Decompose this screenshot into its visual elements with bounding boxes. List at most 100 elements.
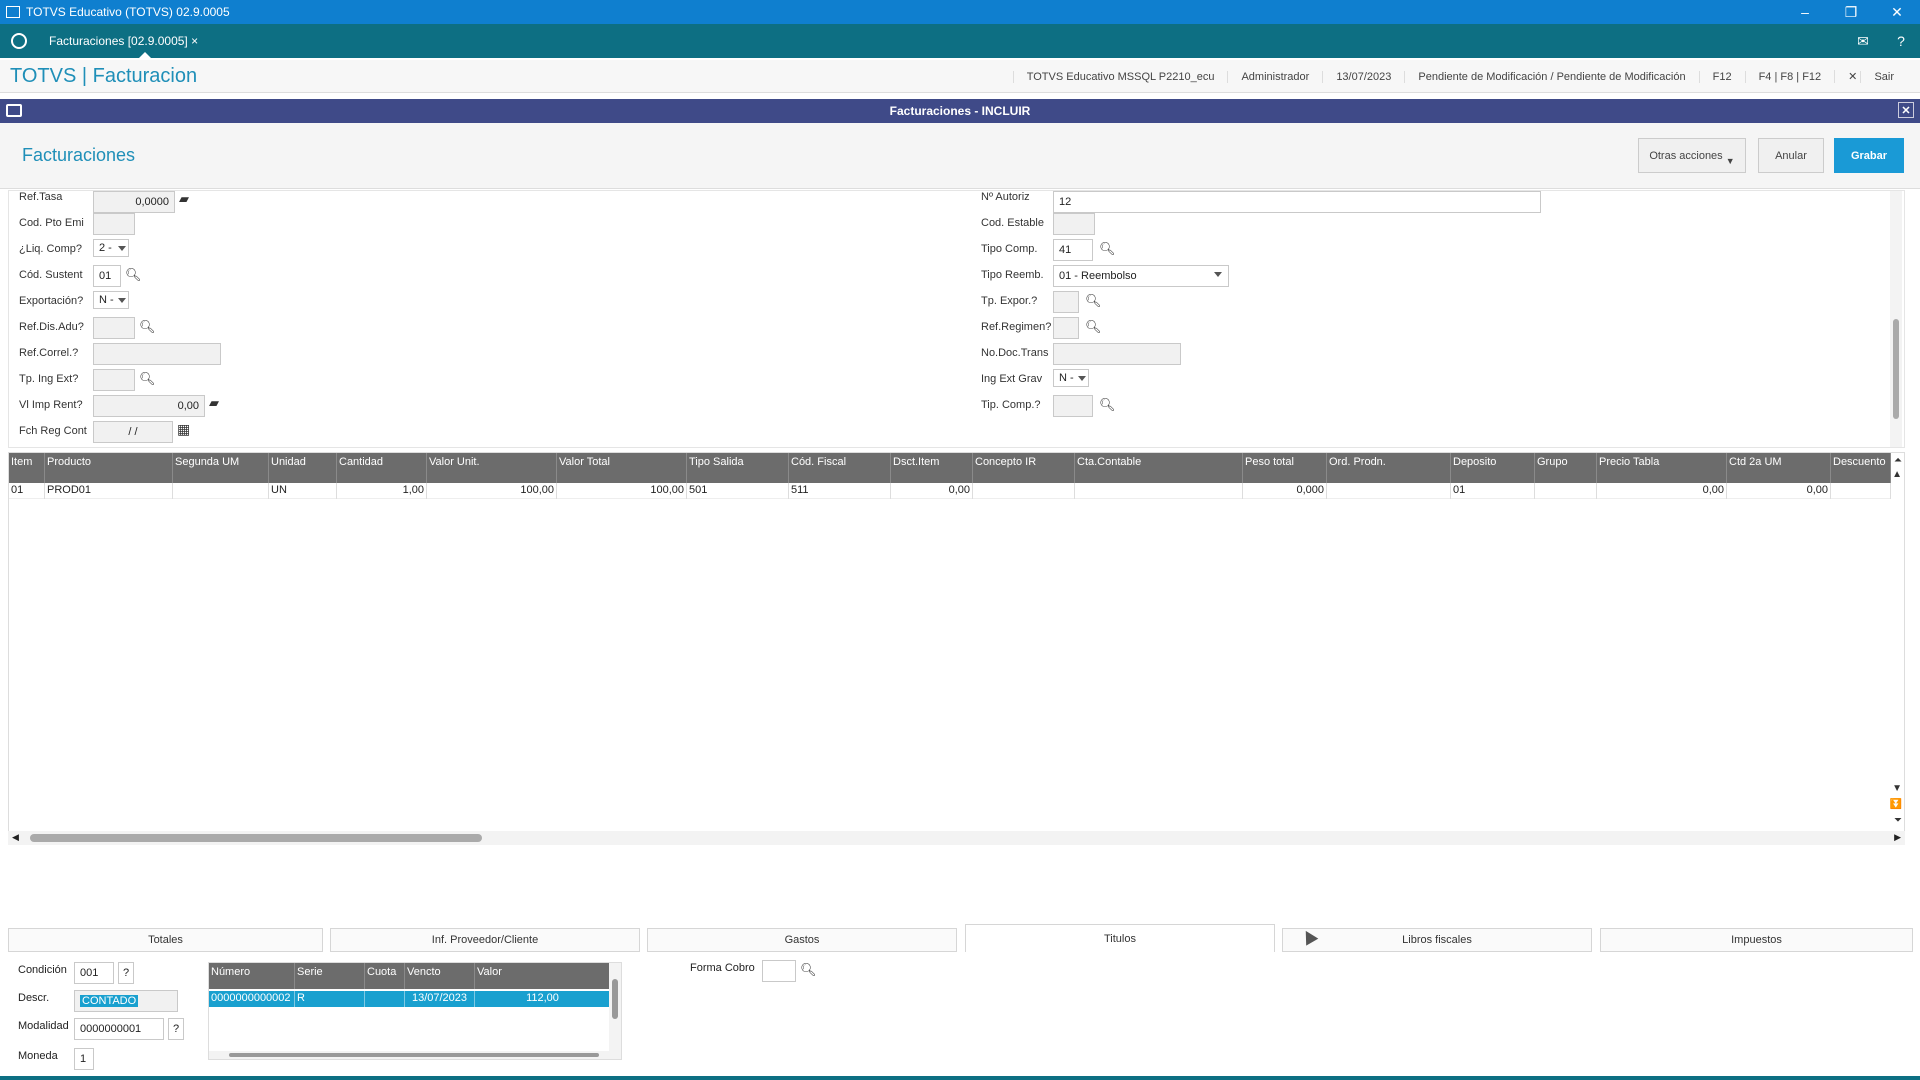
money-icon[interactable]: ▰ (179, 191, 189, 207)
grid-cell[interactable] (1075, 483, 1243, 499)
exportacion-select[interactable]: N - (93, 291, 129, 309)
tipo-reemb-select[interactable]: 01 - Reembolso (1053, 265, 1229, 287)
scroll-right-icon[interactable]: ▶ (1894, 832, 1901, 843)
grid-column-header[interactable]: Tipo Salida (687, 453, 789, 483)
search-icon[interactable]: 🔍︎ (1099, 241, 1116, 257)
form-scrollbar[interactable] (1890, 191, 1902, 447)
minimize-icon[interactable]: – (1782, 0, 1828, 24)
search-icon[interactable]: 🔍︎ (1085, 293, 1102, 309)
tp-ing-ext-field[interactable] (93, 369, 135, 391)
other-actions-button[interactable]: Otras acciones ▼ (1638, 138, 1746, 173)
titulos-vscrollbar[interactable] (609, 963, 621, 1059)
titulo-vencto[interactable]: 13/07/2023 (405, 991, 475, 1007)
titulo-cuota[interactable] (365, 991, 405, 1007)
grid-cell[interactable]: 511 (789, 483, 891, 499)
grid-cell[interactable]: 0,00 (1727, 483, 1831, 499)
tab-close-icon[interactable]: × (191, 34, 198, 48)
grid-cell[interactable]: 1,00 (337, 483, 427, 499)
home-icon[interactable] (11, 33, 27, 49)
grid-column-header[interactable]: Grupo (1535, 453, 1597, 483)
tab-impuestos[interactable]: Impuestos (1600, 928, 1913, 952)
n-autoriz-field[interactable]: 12 (1053, 191, 1541, 213)
help-icon[interactable]: ? (1882, 33, 1920, 49)
forma-cobro-field[interactable] (762, 960, 796, 982)
scroll-page-down-icon[interactable]: ⏬ (1890, 799, 1902, 810)
restore-icon[interactable]: ❐ (1828, 0, 1874, 24)
scroll-top-icon[interactable]: ⏶ (1894, 455, 1902, 466)
grid-hscrollbar[interactable]: ◀ ▶ (8, 831, 1905, 845)
grid-column-header[interactable]: Valor Unit. (427, 453, 557, 483)
condicion-field[interactable]: 001 (74, 962, 114, 984)
table-row[interactable]: 01 PROD01 UN 1,00 100,00 100,00 501 511 0,00 0,00… (9, 483, 1891, 499)
moneda-field[interactable]: 1 (74, 1048, 94, 1070)
tab-gastos[interactable]: Gastos (647, 928, 957, 952)
grid-column-header[interactable]: Producto (45, 453, 173, 483)
cancel-button[interactable]: Anular (1758, 138, 1824, 173)
grid-cell[interactable]: 0,00 (1597, 483, 1727, 499)
save-button[interactable]: Grabar (1834, 138, 1904, 173)
scroll-left-icon[interactable]: ◀ (12, 832, 19, 843)
calendar-icon[interactable]: ▦ (177, 421, 190, 438)
grid-cell[interactable]: 0,00 (891, 483, 973, 499)
search-icon[interactable]: 🔍︎ (1085, 319, 1102, 335)
exit-button[interactable]: ✕ Sair (1834, 70, 1920, 83)
modalidad-field[interactable]: 0000000001 (74, 1018, 164, 1040)
tab-totales[interactable]: Totales (8, 928, 323, 952)
tab-libros-fiscales[interactable]: Libros fiscales (1282, 928, 1592, 952)
scroll-up-icon[interactable]: ▲ (1892, 469, 1902, 480)
titulos-hscrollbar[interactable] (209, 1051, 609, 1059)
titulo-numero[interactable]: 0000000000002 (209, 991, 295, 1007)
grid-column-header[interactable]: Item (9, 453, 45, 483)
fch-reg-cont-field[interactable]: / / (93, 421, 173, 443)
mail-icon[interactable]: ✉ (1844, 33, 1882, 50)
money-icon[interactable]: ▰ (209, 395, 219, 411)
tp-expor-field[interactable] (1053, 291, 1079, 313)
tip-comp-field[interactable] (1053, 395, 1093, 417)
grid-column-header[interactable]: Valor Total (557, 453, 687, 483)
grid-column-header[interactable]: Concepto IR (973, 453, 1075, 483)
form-scroll-thumb[interactable] (1893, 319, 1899, 419)
shortcut-keys[interactable]: F4 | F8 | F12 (1744, 70, 1835, 83)
scroll-bottom-icon[interactable]: ⏷ (1894, 815, 1902, 826)
search-icon[interactable]: 🔍︎ (800, 962, 817, 978)
grid-cell[interactable]: 100,00 (557, 483, 687, 499)
ref-regimen-field[interactable] (1053, 317, 1079, 339)
grid-cell[interactable]: 0,000 (1243, 483, 1327, 499)
ing-ext-grav-select[interactable]: N - (1053, 369, 1089, 387)
grid-column-header[interactable]: Cantidad (337, 453, 427, 483)
search-icon[interactable]: 🔍︎ (125, 267, 142, 283)
descr-field[interactable]: CONTADO (74, 990, 178, 1012)
grid-column-header[interactable]: Unidad (269, 453, 337, 483)
titulo-serie[interactable]: R (295, 991, 365, 1007)
cod-sustent-field[interactable]: 01 (93, 265, 121, 287)
condicion-help-button[interactable]: ? (118, 962, 134, 984)
vl-imp-rent-field[interactable]: 0,00 (93, 395, 205, 417)
close-icon[interactable]: ✕ (1874, 0, 1920, 24)
search-icon[interactable]: 🔍︎ (139, 371, 156, 387)
grid-cell[interactable]: 100,00 (427, 483, 557, 499)
grid-cell[interactable]: 01 (9, 483, 45, 499)
grid-column-header[interactable]: Deposito (1451, 453, 1535, 483)
no-doc-trans-field[interactable] (1053, 343, 1181, 365)
search-icon[interactable]: 🔍︎ (1099, 397, 1116, 413)
grid-cell[interactable] (1327, 483, 1451, 499)
tab-inf-proveedor[interactable]: Inf. Proveedor/Cliente (330, 928, 640, 952)
titulo-valor[interactable]: 112,00 (475, 991, 611, 1007)
ref-correl-field[interactable] (93, 343, 221, 365)
ref-dis-adu-field[interactable] (93, 317, 135, 339)
grid-column-header[interactable]: Dsct.Item (891, 453, 973, 483)
grid-column-header[interactable]: Cta.Contable (1075, 453, 1243, 483)
tab-titulos[interactable]: Titulos (965, 924, 1275, 952)
cod-pto-emi-field[interactable] (93, 213, 135, 235)
tab-facturaciones[interactable]: Facturaciones [02.9.0005] × (41, 24, 206, 58)
scroll-down-icon[interactable]: ▼ (1892, 783, 1902, 794)
titulos-hscroll-thumb[interactable] (229, 1053, 599, 1057)
grid-cell[interactable] (173, 483, 269, 499)
grid-column-header[interactable]: Ord. Prodn. (1327, 453, 1451, 483)
titulos-scroll-thumb[interactable] (612, 979, 618, 1019)
grid-column-header[interactable]: Precio Tabla (1597, 453, 1727, 483)
grid-column-header[interactable]: Segunda UM (173, 453, 269, 483)
grid-column-header[interactable]: Descuento (1831, 453, 1891, 483)
ref-tasa-field[interactable]: 0,0000 (93, 191, 175, 213)
tipo-comp-field[interactable]: 41 (1053, 239, 1093, 261)
